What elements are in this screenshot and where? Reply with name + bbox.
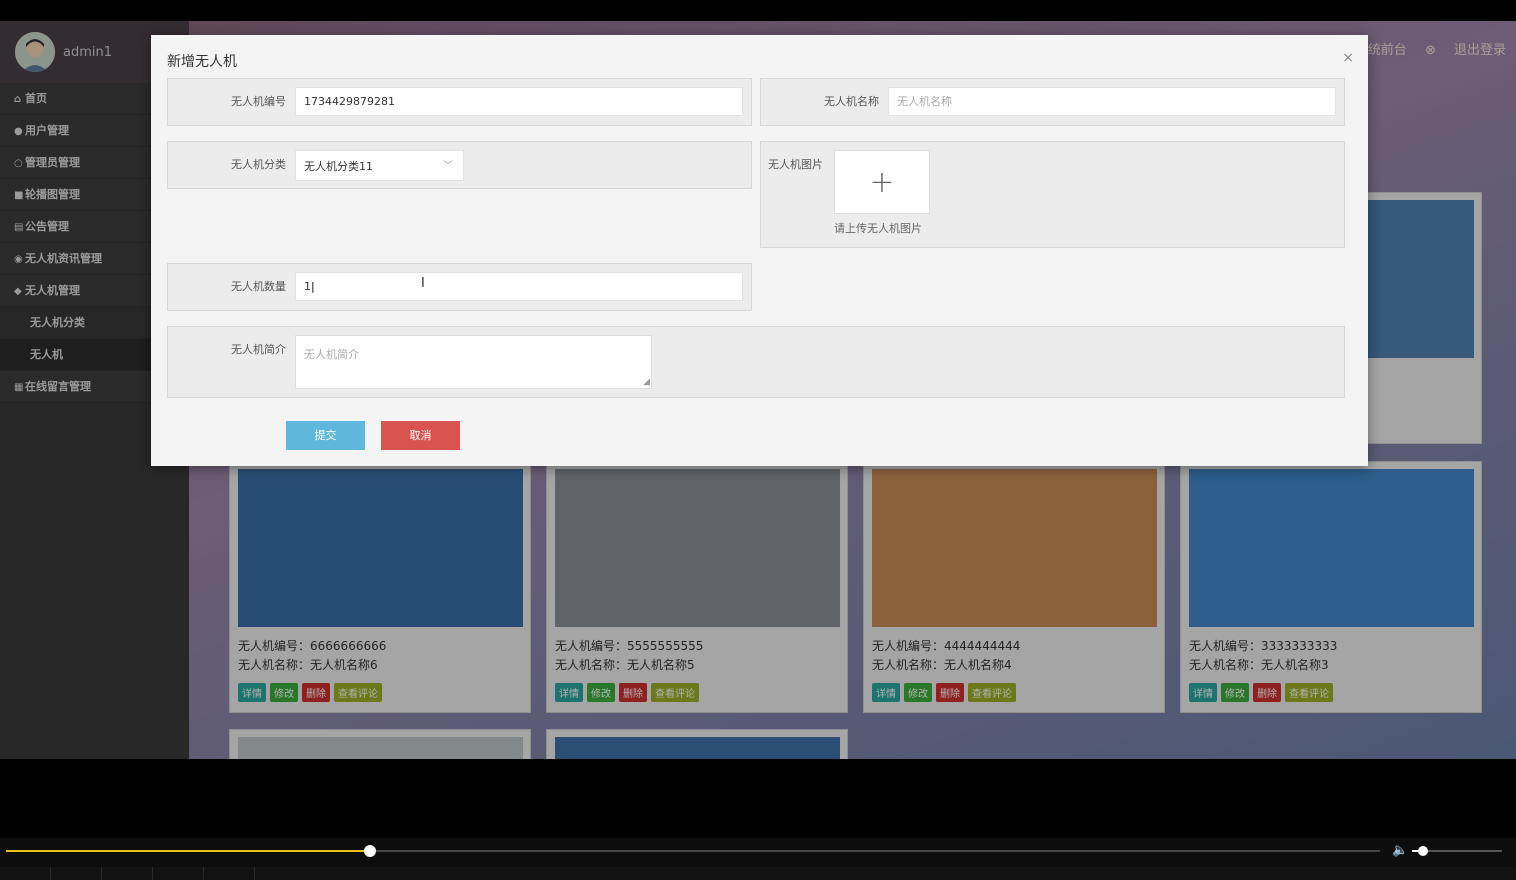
quantity-label: 无人机数量: [231, 280, 286, 293]
image-label: 无人机图片: [768, 158, 823, 171]
name-field: 无人机名称 无人机名称: [760, 78, 1345, 126]
add-drone-modal: 新增无人机 × 无人机编号 1734429879281 无人机名称 无人机名称 …: [151, 35, 1368, 466]
plus-icon: +: [869, 164, 895, 200]
text-cursor-icon: I: [421, 276, 425, 291]
category-select[interactable]: 无人机分类11 ﹀: [295, 150, 464, 181]
quantity-field: 无人机数量 1|: [167, 263, 752, 311]
intro-textarea[interactable]: 无人机简介 ◢: [295, 335, 652, 389]
upload-button[interactable]: +: [834, 150, 930, 214]
close-icon[interactable]: ×: [1342, 50, 1354, 66]
chevron-down-icon: ﹀: [443, 161, 453, 172]
name-label: 无人机名称: [824, 95, 879, 108]
category-selected-value: 无人机分类11: [304, 160, 373, 173]
progress-track[interactable]: [6, 845, 1380, 857]
cancel-button[interactable]: 取消: [381, 421, 460, 450]
category-label: 无人机分类: [231, 158, 286, 171]
modal-title: 新增无人机: [167, 54, 237, 70]
progress-played: [6, 850, 371, 852]
quantity-value: 1: [304, 280, 311, 293]
intro-placeholder: 无人机简介: [304, 348, 359, 361]
volume-slider[interactable]: [1412, 846, 1502, 856]
code-field: 无人机编号 1734429879281: [167, 78, 752, 126]
progress-handle[interactable]: [364, 845, 377, 857]
name-input[interactable]: 无人机名称: [888, 87, 1336, 116]
bottom-strip: [0, 867, 1516, 880]
upload-tip: 请上传无人机图片: [834, 222, 922, 235]
intro-label: 无人机简介: [231, 343, 286, 356]
volume-handle[interactable]: [1417, 846, 1428, 856]
intro-field: 无人机简介 无人机简介 ◢: [167, 326, 1345, 398]
volume-icon[interactable]: 🔈: [1392, 843, 1408, 858]
code-label: 无人机编号: [231, 95, 286, 108]
image-field: 无人机图片 + 请上传无人机图片: [760, 141, 1345, 248]
code-input[interactable]: 1734429879281: [295, 87, 743, 116]
resize-handle-icon[interactable]: ◢: [643, 377, 650, 387]
category-field: 无人机分类 无人机分类11 ﹀: [167, 141, 752, 189]
submit-button[interactable]: 提交: [286, 421, 365, 450]
quantity-input[interactable]: 1|: [295, 272, 743, 301]
